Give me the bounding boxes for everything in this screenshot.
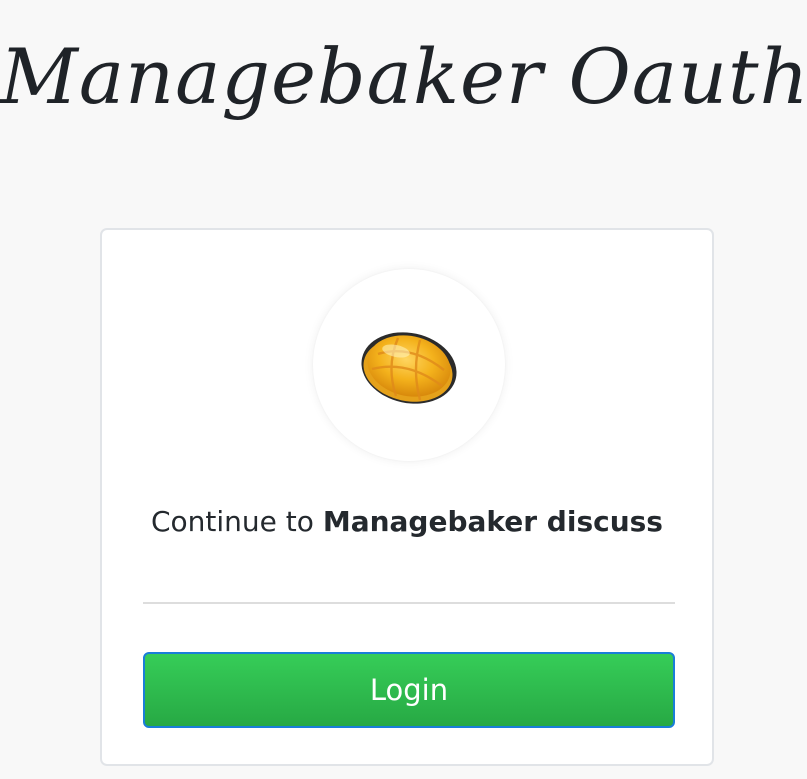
- login-card: Continue to Managebaker discuss Login: [100, 228, 714, 766]
- app-logo: [313, 269, 505, 461]
- page-title: Managebaker Oauth: [0, 32, 807, 121]
- app-name: Managebaker discuss: [322, 505, 663, 538]
- continue-message: Continue to Managebaker discuss: [102, 500, 712, 544]
- bread-bun-icon: [361, 332, 457, 404]
- divider: [143, 602, 675, 604]
- continue-prefix: Continue to: [151, 505, 323, 538]
- login-button[interactable]: Login: [143, 652, 675, 728]
